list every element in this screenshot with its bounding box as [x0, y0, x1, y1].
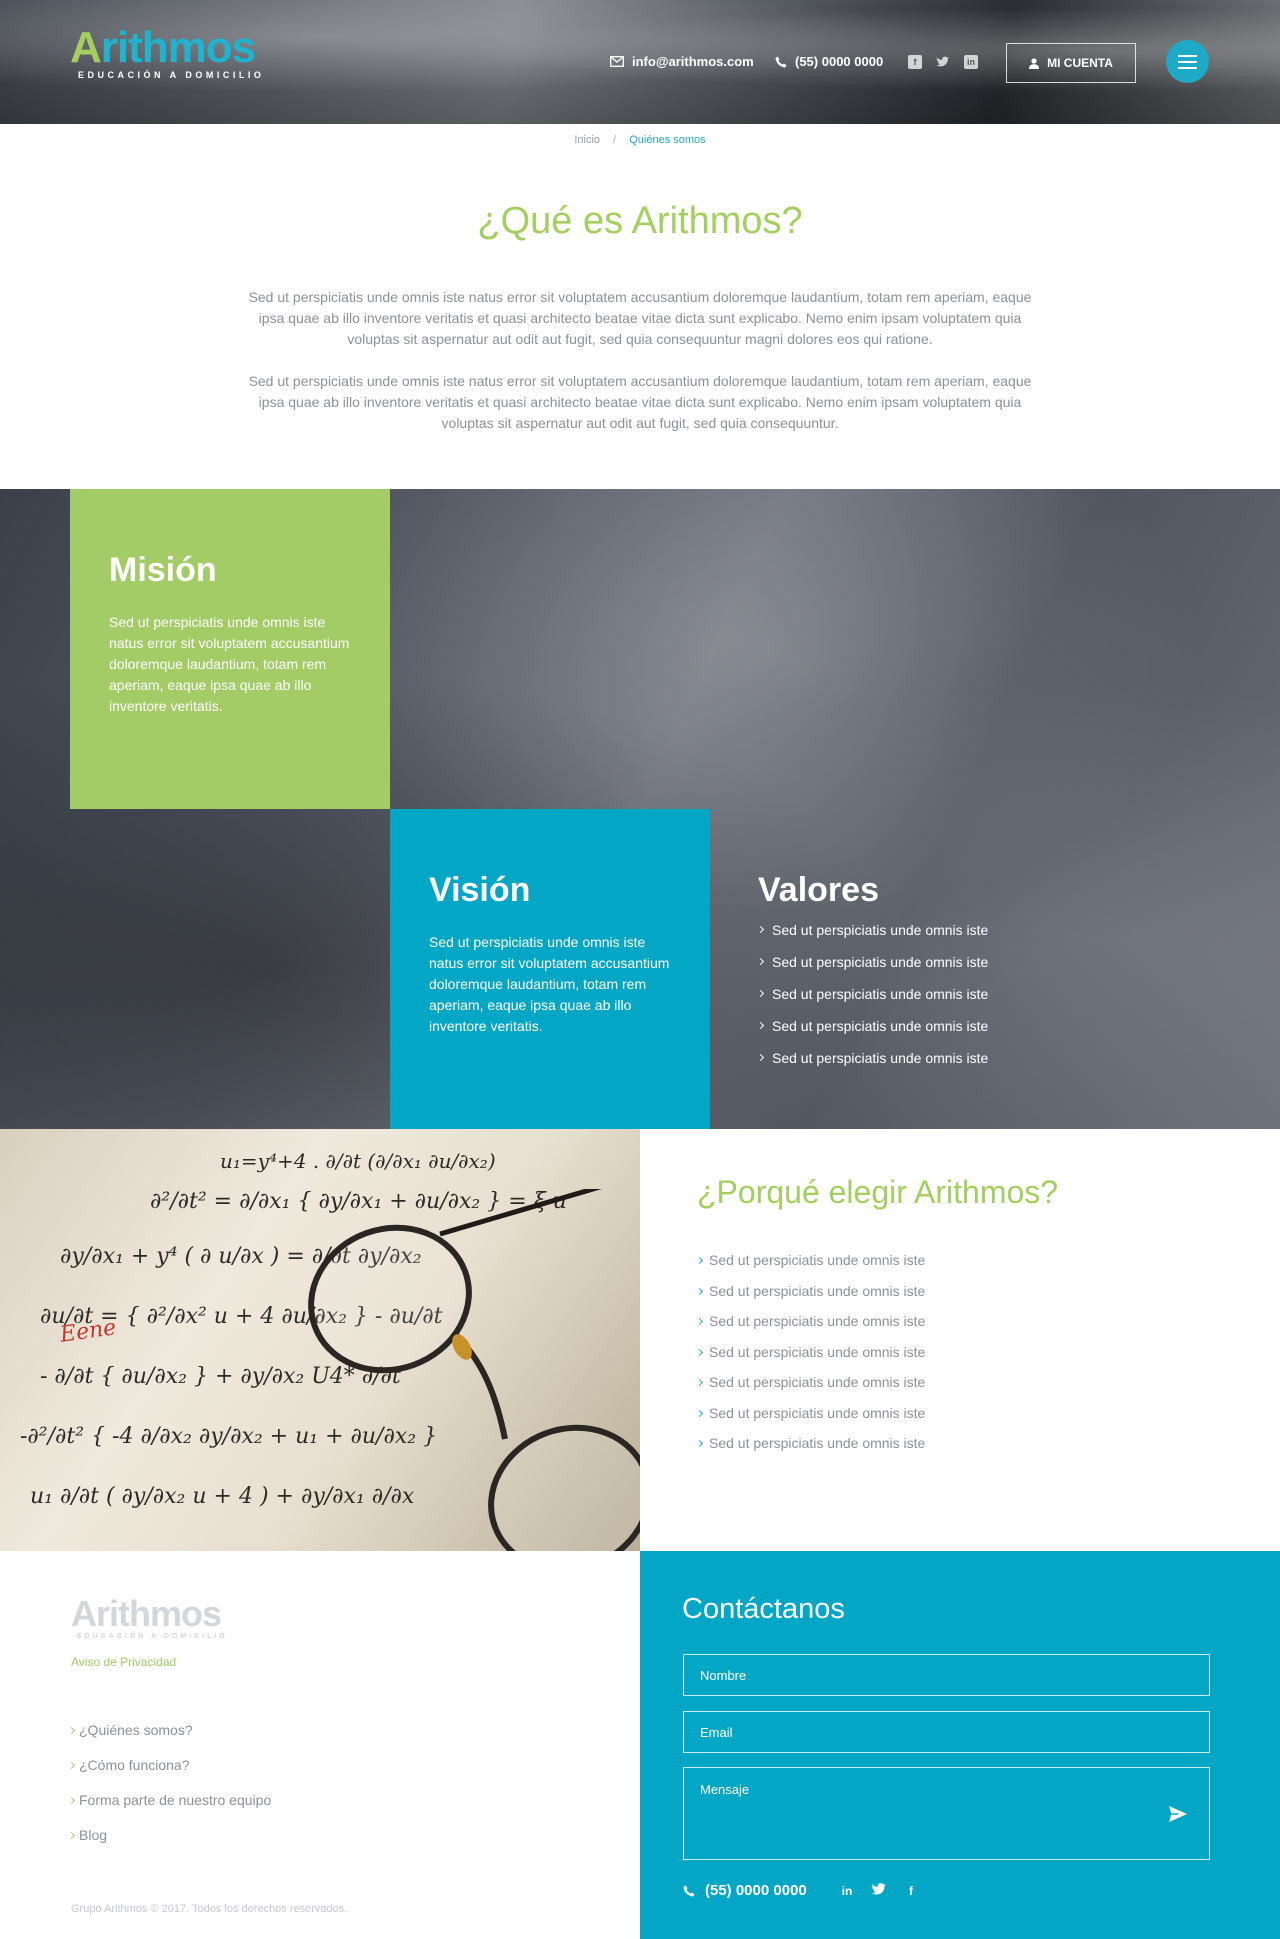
list-item: Sed ut perspiciatis unde omnis iste	[695, 1374, 925, 1405]
footer-link-join-team[interactable]: Forma parte de nuestro equipo	[67, 1792, 271, 1827]
breadcrumb-separator: /	[613, 134, 617, 146]
send-button[interactable]	[1166, 1802, 1190, 1826]
vision-text: Sed ut perspiciatis unde omnis iste natu…	[429, 934, 670, 1034]
intro-paragraph-1: Sed ut perspiciatis unde omnis iste natu…	[248, 289, 1032, 347]
contact-section: Contáctanos (55) 0000 0000 in f	[640, 1551, 1280, 1939]
footer-logo-wordmark: Arithmos	[71, 1593, 222, 1634]
list-item: Sed ut perspiciatis unde omnis iste	[695, 1435, 925, 1466]
message-field[interactable]	[683, 1767, 1210, 1860]
my-account-button[interactable]: MI CUENTA	[1006, 43, 1136, 83]
contact-phone[interactable]: (55) 0000 0000	[683, 1882, 807, 1899]
facebook-icon[interactable]: f	[904, 1884, 918, 1898]
chevron-right-icon	[756, 1021, 765, 1030]
intro-paragraph-2: Sed ut perspiciatis unde omnis iste natu…	[248, 373, 1032, 431]
footer-link-blog[interactable]: Blog	[67, 1827, 271, 1862]
breadcrumb: Inicio / Quiénes somos	[0, 134, 1280, 146]
header-social-links: f in	[908, 55, 978, 69]
list-item: Sed ut perspiciatis unde omnis iste	[756, 1049, 1058, 1081]
phone-icon	[775, 56, 787, 67]
privacy-notice-link[interactable]: Aviso de Privacidad	[71, 1655, 176, 1669]
footer-links: ¿Quiénes somos? ¿Cómo funciona? Forma pa…	[67, 1722, 271, 1862]
values-block: Valores Sed ut perspiciatis unde omnis i…	[756, 871, 988, 1066]
header-phone-text: (55) 0000 0000	[795, 54, 884, 69]
contact-title: Contáctanos	[682, 1593, 845, 1625]
header-email-text: info@arithmos.com	[632, 54, 754, 69]
header-email[interactable]: info@arithmos.com	[610, 54, 754, 69]
breadcrumb-home-link[interactable]: Inicio	[574, 134, 600, 146]
chevron-right-icon	[67, 1726, 76, 1735]
chevron-right-icon	[695, 1317, 704, 1326]
facebook-icon[interactable]: f	[908, 55, 922, 69]
user-icon	[1029, 57, 1040, 69]
footer-left: Arithmos EDUCACIÓN A DOMICILIO Aviso de …	[0, 1551, 640, 1939]
envelope-icon	[610, 56, 624, 67]
logo-wordmark: Arithmos	[70, 23, 256, 72]
mission-card: Misión Sed ut perspiciatis unde omnis is…	[70, 489, 390, 809]
list-item: Sed ut perspiciatis unde omnis iste	[756, 985, 1058, 1017]
mission-text: Sed ut perspiciatis unde omnis iste natu…	[109, 614, 350, 714]
phone-icon	[683, 1885, 695, 1896]
chevron-right-icon	[695, 1348, 704, 1356]
mission-vision-values-section: Misión Sed ut perspiciatis unde omnis is…	[0, 489, 1280, 1129]
intro-title: ¿Qué es Arithmos?	[477, 200, 803, 242]
menu-icon	[1178, 54, 1197, 57]
vision-card: Visión Sed ut perspiciatis unde omnis is…	[390, 809, 710, 1129]
footer-logo[interactable]: Arithmos EDUCACIÓN A DOMICILIO	[71, 1593, 228, 1641]
email-field[interactable]	[683, 1711, 1210, 1753]
contact-social-links: in f	[840, 1883, 918, 1898]
chevron-right-icon	[695, 1256, 704, 1265]
math-glasses-photo: u₁=y⁴+4 . ∂/∂t (∂/∂x₁ ∂u/∂x₂) ∂²/∂t² = ∂…	[0, 1129, 640, 1551]
twitter-icon[interactable]	[871, 1883, 886, 1898]
breadcrumb-current: Quiénes somos	[629, 134, 706, 146]
list-item: Sed ut perspiciatis unde omnis iste	[695, 1283, 925, 1314]
site-header: Arithmos EDUCACIÓN A DOMICILIO info@arit…	[0, 0, 1280, 124]
hamburger-menu-button[interactable]	[1166, 40, 1209, 83]
footer-link-how-it-works[interactable]: ¿Cómo funciona?	[67, 1757, 271, 1792]
linkedin-icon[interactable]: in	[840, 1884, 854, 1898]
chevron-right-icon	[695, 1287, 704, 1295]
twitter-icon[interactable]	[936, 55, 950, 69]
footer-logo-tagline: EDUCACIÓN A DOMICILIO	[77, 1633, 228, 1640]
list-item: Sed ut perspiciatis unde omnis iste	[695, 1405, 925, 1436]
header-phone[interactable]: (55) 0000 0000	[775, 54, 883, 69]
chevron-right-icon	[695, 1409, 704, 1417]
list-item: Sed ut perspiciatis unde omnis iste	[695, 1252, 925, 1283]
why-choose-title: ¿Porqué elegir Arithmos?	[697, 1174, 1059, 1210]
copyright: Grupo Arithmos © 2017. Todos los derecho…	[71, 1903, 348, 1915]
chevron-right-icon	[756, 925, 765, 934]
list-item: Sed ut perspiciatis unde omnis iste	[756, 953, 1058, 985]
contact-phone-text: (55) 0000 0000	[705, 1882, 807, 1899]
values-list: Sed ut perspiciatis unde omnis iste Sed …	[756, 921, 1058, 1081]
chevron-right-icon	[67, 1796, 76, 1805]
chevron-right-icon	[67, 1831, 76, 1840]
list-item: Sed ut perspiciatis unde omnis iste	[695, 1313, 925, 1344]
chevron-right-icon	[756, 957, 765, 966]
list-item: Sed ut perspiciatis unde omnis iste	[756, 921, 1058, 953]
list-item: Sed ut perspiciatis unde omnis iste	[756, 1017, 1058, 1049]
why-choose-list: Sed ut perspiciatis unde omnis iste Sed …	[695, 1252, 925, 1466]
chevron-right-icon	[756, 1053, 765, 1062]
list-item: Sed ut perspiciatis unde omnis iste	[695, 1344, 925, 1375]
glasses-graphic	[308, 1189, 640, 1551]
linkedin-icon[interactable]: in	[964, 55, 978, 69]
name-field[interactable]	[683, 1654, 1210, 1696]
chevron-right-icon	[67, 1761, 76, 1770]
values-title: Valores	[758, 871, 879, 909]
paper-plane-icon	[1169, 1806, 1187, 1822]
my-account-label: MI CUENTA	[1047, 56, 1113, 70]
footer-link-about[interactable]: ¿Quiénes somos?	[67, 1722, 271, 1757]
mission-title: Misión	[109, 551, 217, 589]
chevron-right-icon	[695, 1378, 704, 1387]
chevron-right-icon	[756, 989, 765, 998]
vision-title: Visión	[429, 871, 531, 909]
chevron-right-icon	[695, 1439, 704, 1448]
logo[interactable]: Arithmos EDUCACIÓN A DOMICILIO	[70, 23, 264, 81]
